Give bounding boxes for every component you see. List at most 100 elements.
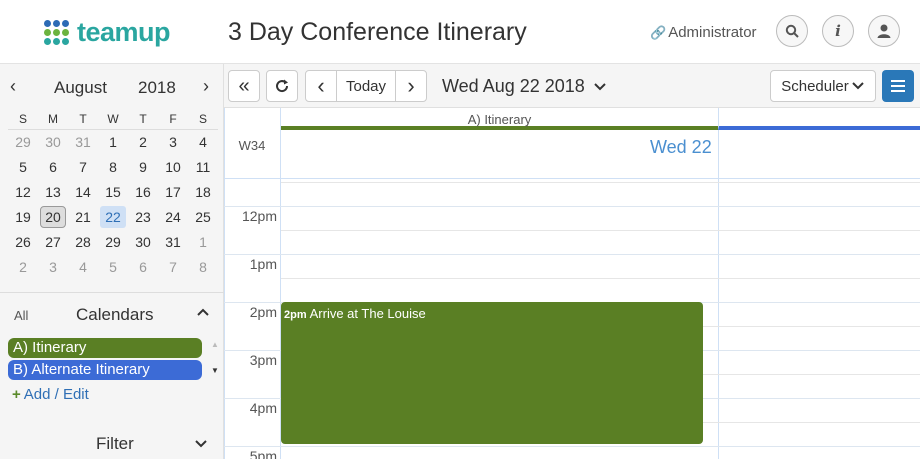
sidebar: ‹ August 2018 › S M T W T F S 29 30 31 1… xyxy=(0,64,224,459)
mini-calendar-year[interactable]: 2018 xyxy=(138,78,176,98)
mini-calendar-day[interactable]: 28 xyxy=(68,230,98,255)
mini-calendar-day[interactable]: 6 xyxy=(38,155,68,180)
mini-calendar-day[interactable]: 5 xyxy=(8,155,38,180)
info-button[interactable]: i xyxy=(822,15,854,47)
refresh-icon xyxy=(276,79,289,93)
hamburger-icon-bar xyxy=(891,80,905,82)
teamup-logo[interactable]: teamup xyxy=(44,17,171,48)
mini-calendar-day[interactable]: 27 xyxy=(38,230,68,255)
mini-calendar-day[interactable]: 31 xyxy=(68,130,98,155)
mini-calendar-day[interactable]: 19 xyxy=(8,205,38,230)
scroll-up-icon[interactable]: ▲ xyxy=(211,340,219,349)
prev-day-button[interactable]: ‹ xyxy=(305,70,337,102)
mini-calendar-day[interactable]: 11 xyxy=(188,155,218,180)
app-header: teamup 3 Day Conference Itinerary 🔗 Admin… xyxy=(0,0,920,64)
mini-calendar-weekdays: S M T W T F S xyxy=(8,108,218,130)
jump-back-button[interactable]: « xyxy=(228,70,260,102)
filter-title[interactable]: Filter xyxy=(96,434,134,454)
add-edit-label: Add / Edit xyxy=(23,386,89,403)
calendar-item-alternate-itinerary[interactable]: B) Alternate Itinerary xyxy=(8,360,202,380)
weekday-label: M xyxy=(48,112,58,126)
mini-calendar-day[interactable]: 4 xyxy=(68,255,98,280)
today-button[interactable]: Today xyxy=(337,70,396,102)
time-label: 12pm xyxy=(241,208,277,224)
mini-calendar-day[interactable]: 14 xyxy=(68,180,98,205)
mini-calendar-day[interactable]: 29 xyxy=(8,130,38,155)
day-header[interactable]: Wed 22 xyxy=(650,137,712,158)
mini-calendar-day[interactable]: 29 xyxy=(98,230,128,255)
logo-dots-icon xyxy=(44,20,69,45)
time-label: 5pm xyxy=(249,448,277,459)
mini-calendar-day[interactable]: 7 xyxy=(68,155,98,180)
add-edit-calendars-link[interactable]: + Add / Edit xyxy=(12,386,89,403)
chevron-up-icon[interactable] xyxy=(196,304,210,321)
administrator-link[interactable]: 🔗 Administrator xyxy=(650,24,757,41)
mini-calendar-day[interactable]: 10 xyxy=(158,155,188,180)
event-arrive-at-the-louise[interactable]: 2pm Arrive at The Louise xyxy=(281,302,703,444)
mini-calendar-day[interactable]: 24 xyxy=(158,205,188,230)
mini-calendar: S M T W T F S 29 30 31 1 2 3 4 5 6 7 8 9… xyxy=(8,108,218,280)
mini-calendar-day[interactable]: 4 xyxy=(188,130,218,155)
mini-calendar-day[interactable]: 8 xyxy=(188,255,218,280)
mini-calendar-day[interactable]: 30 xyxy=(128,230,158,255)
weekday-label: T xyxy=(79,112,87,126)
chevron-down-icon xyxy=(852,82,864,90)
selected-day-label: 20 xyxy=(40,206,66,228)
mini-calendar-day[interactable]: 9 xyxy=(128,155,158,180)
weekday-label: S xyxy=(18,112,27,126)
mini-calendar-day[interactable]: 13 xyxy=(38,180,68,205)
mini-calendar-month[interactable]: August xyxy=(54,78,107,98)
mini-calendar-day[interactable]: 31 xyxy=(158,230,188,255)
mini-calendar-day[interactable]: 15 xyxy=(98,180,128,205)
user-button[interactable] xyxy=(868,15,900,47)
scheduler-view: A) Itinerary W34 Wed 22 12pm 1pm 2pm 3pm… xyxy=(224,108,920,459)
mini-calendar-day[interactable]: 30 xyxy=(38,130,68,155)
weekday-label: T xyxy=(139,112,147,126)
mini-calendar-day[interactable]: 1 xyxy=(98,130,128,155)
mini-calendar-day[interactable]: 23 xyxy=(128,205,158,230)
hamburger-menu-button[interactable] xyxy=(882,70,914,102)
search-button[interactable] xyxy=(776,15,808,47)
mini-calendar-day[interactable]: 21 xyxy=(68,205,98,230)
mini-calendar-day[interactable]: 8 xyxy=(98,155,128,180)
calendar-item-itinerary[interactable]: A) Itinerary xyxy=(8,338,202,358)
view-selector[interactable]: Scheduler xyxy=(770,70,876,102)
mini-calendar-prev-button[interactable]: ‹ xyxy=(10,76,16,97)
mini-calendar-day[interactable]: 2 xyxy=(8,255,38,280)
weekday-label: F xyxy=(169,112,177,126)
mini-calendar-day[interactable]: 12 xyxy=(8,180,38,205)
mini-calendar-day[interactable]: 6 xyxy=(128,255,158,280)
mini-calendar-day[interactable]: 18 xyxy=(188,180,218,205)
hamburger-icon-bar xyxy=(891,85,905,87)
mini-calendar-day[interactable]: 25 xyxy=(188,205,218,230)
all-calendars-link[interactable]: All xyxy=(14,308,28,323)
mini-calendar-day-selected[interactable]: 20 xyxy=(38,205,68,230)
event-title: Arrive at The Louise xyxy=(309,306,426,321)
chevron-down-icon[interactable] xyxy=(194,436,208,453)
mini-calendar-day[interactable]: 7 xyxy=(158,255,188,280)
mini-calendar-day[interactable]: 16 xyxy=(128,180,158,205)
mini-calendar-day[interactable]: 26 xyxy=(8,230,38,255)
scroll-down-icon[interactable]: ▼ xyxy=(211,366,219,375)
next-day-button[interactable]: › xyxy=(395,70,427,102)
mini-calendar-next-button[interactable]: › xyxy=(203,76,209,97)
hamburger-icon-bar xyxy=(891,90,905,92)
calendars-title[interactable]: Calendars xyxy=(76,305,154,325)
plus-icon: + xyxy=(12,386,21,403)
mini-calendar-day[interactable]: 1 xyxy=(188,230,218,255)
mini-calendar-day[interactable]: 3 xyxy=(38,255,68,280)
mini-calendar-day[interactable]: 5 xyxy=(98,255,128,280)
weekday-label: W xyxy=(107,112,119,126)
search-icon xyxy=(785,24,799,38)
mini-calendar-day-current[interactable]: 22 xyxy=(98,205,128,230)
calendar-column-header: A) Itinerary xyxy=(281,108,718,130)
current-date-dropdown[interactable]: Wed Aug 22 2018 xyxy=(442,76,607,97)
mini-calendar-day[interactable]: 2 xyxy=(128,130,158,155)
mini-calendar-day[interactable]: 3 xyxy=(158,130,188,155)
mini-calendar-week: 5 6 7 8 9 10 11 xyxy=(8,155,218,180)
mini-calendar-week: 26 27 28 29 30 31 1 xyxy=(8,230,218,255)
double-chevron-left-icon: « xyxy=(238,75,250,97)
mini-calendar-day[interactable]: 17 xyxy=(158,180,188,205)
refresh-button[interactable] xyxy=(266,70,298,102)
time-label: 4pm xyxy=(249,400,277,416)
